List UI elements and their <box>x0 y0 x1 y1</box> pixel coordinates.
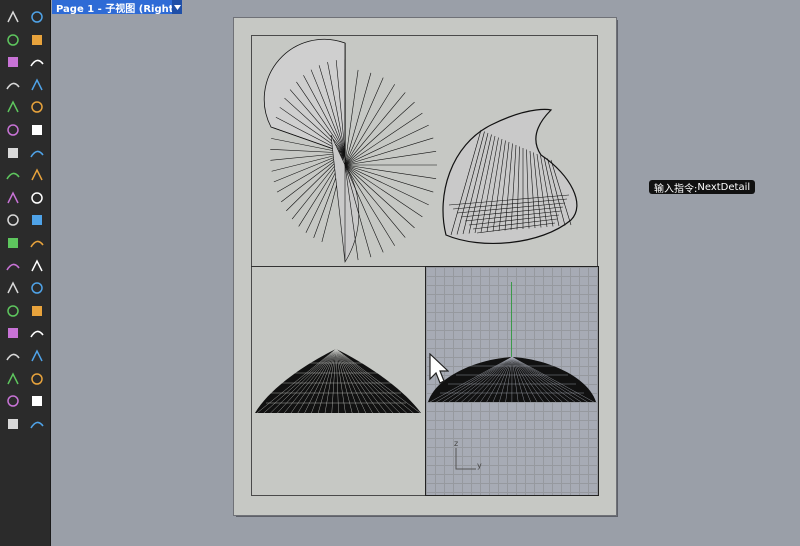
cylinder-icon[interactable] <box>2 164 24 186</box>
point-icon[interactable] <box>26 6 48 28</box>
hexagon-icon[interactable] <box>2 96 24 118</box>
arc-curve-icon[interactable] <box>26 96 48 118</box>
tab-label: Page 1 - 子视图 (Right) <box>56 3 179 15</box>
toolbar-row <box>2 187 48 209</box>
mouse-cursor-icon <box>429 353 449 384</box>
toolbar-row <box>2 255 48 277</box>
toolbar-row <box>2 413 48 435</box>
align-icon[interactable] <box>2 300 24 322</box>
toolbar-row <box>2 119 48 141</box>
toolbar-row <box>2 51 48 73</box>
command-prefix: 输入指令: <box>654 183 698 195</box>
dimension-icon[interactable] <box>26 255 48 277</box>
flow-icon[interactable] <box>2 345 24 367</box>
text-icon[interactable] <box>2 277 24 299</box>
curve-edit-icon[interactable] <box>2 255 24 277</box>
hatch-icon[interactable] <box>26 277 48 299</box>
toolbar-row <box>2 300 48 322</box>
sphere-icon[interactable] <box>26 300 48 322</box>
toolbar-row <box>2 6 48 28</box>
explode-icon[interactable] <box>26 187 48 209</box>
layout-tab[interactable]: Page 1 - 子视图 (Right) <box>52 0 182 15</box>
layer-icon[interactable] <box>26 368 48 390</box>
boolean-icon[interactable] <box>2 232 24 254</box>
dome-wireframe-left <box>255 348 421 414</box>
left-toolbar <box>0 0 51 546</box>
polygon-icon[interactable] <box>2 74 24 96</box>
shade-icon[interactable] <box>2 413 24 435</box>
curve-frame-icon[interactable] <box>26 29 48 51</box>
cube-green-icon[interactable] <box>26 345 48 367</box>
dome-wireframe-right <box>428 356 596 403</box>
toolbar-row <box>2 277 48 299</box>
toolbar-row <box>2 322 48 344</box>
select-arrow-icon[interactable] <box>2 6 24 28</box>
toolbar-row <box>2 368 48 390</box>
toolbar-row <box>2 232 48 254</box>
capsule-solid-icon[interactable] <box>26 142 48 164</box>
surface-pink-icon[interactable] <box>26 164 48 186</box>
toolbar-row <box>2 390 48 412</box>
grid-icon[interactable] <box>2 368 24 390</box>
scale-icon[interactable] <box>2 322 24 344</box>
axis-y-label: y <box>477 461 482 470</box>
box-solid-icon[interactable] <box>2 142 24 164</box>
ellipse-icon[interactable] <box>26 51 48 73</box>
polyline-icon[interactable] <box>2 29 24 51</box>
toolbar-row <box>2 209 48 231</box>
layout-page: z y <box>233 17 617 516</box>
rectangle-icon[interactable] <box>26 74 48 96</box>
axis-z-label: z <box>454 439 459 448</box>
materials-icon[interactable] <box>26 413 48 435</box>
render-icon[interactable] <box>2 390 24 412</box>
chevron-down-icon[interactable] <box>172 0 182 14</box>
circle-icon[interactable] <box>2 51 24 73</box>
toolbar-row <box>2 29 48 51</box>
array-icon[interactable] <box>26 322 48 344</box>
toolbar-row <box>2 164 48 186</box>
toolbar-row <box>2 345 48 367</box>
rotate-icon[interactable] <box>26 119 48 141</box>
command-name: NextDetail <box>697 181 751 193</box>
detail-view-right-active[interactable]: z y <box>425 266 599 496</box>
toolbar-row <box>2 74 48 96</box>
toolbar-row <box>2 96 48 118</box>
analyze-icon[interactable] <box>2 209 24 231</box>
toolbar-row <box>2 142 48 164</box>
command-tooltip: 输入指令: NextDetail <box>649 180 756 195</box>
measure-icon[interactable] <box>26 209 48 231</box>
mesh-cross-icon[interactable] <box>2 187 24 209</box>
check-icon[interactable] <box>26 390 48 412</box>
split-icon[interactable] <box>26 232 48 254</box>
detail-view-bottom-left[interactable] <box>251 266 426 496</box>
detail-view-top[interactable] <box>251 35 599 267</box>
transform-icon[interactable] <box>2 119 24 141</box>
shell-wireframe-top <box>263 38 578 263</box>
